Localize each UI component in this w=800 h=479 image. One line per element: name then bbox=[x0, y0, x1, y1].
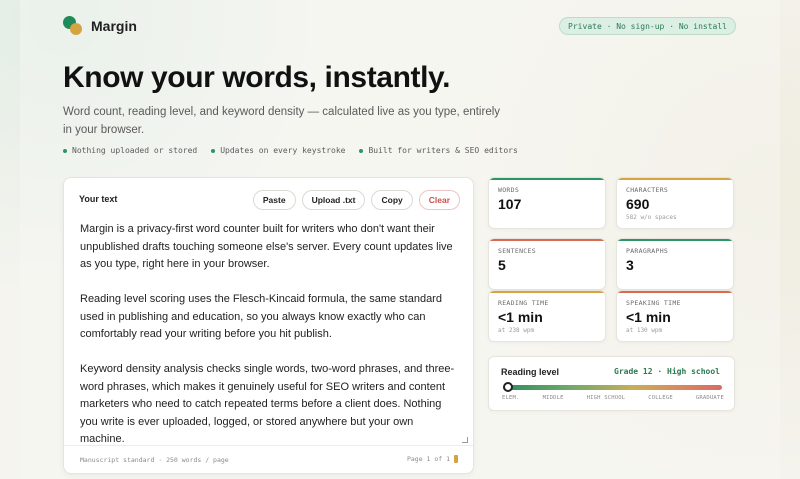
copy-button[interactable]: Copy bbox=[371, 190, 413, 210]
page-marker-icon bbox=[454, 455, 458, 463]
reading-level-scale bbox=[503, 382, 722, 392]
stat-speaking-time: SPEAKING TIME <1 min at 130 wpm bbox=[616, 290, 734, 342]
bullet-dot-icon bbox=[211, 148, 216, 153]
logo-icon bbox=[63, 16, 83, 36]
stat-label: SENTENCES bbox=[498, 247, 536, 255]
stat-accent-bar bbox=[489, 178, 605, 180]
manuscript-standard: Manuscript standard · 250 words / page bbox=[80, 456, 229, 464]
stat-label: SPEAKING TIME bbox=[626, 299, 681, 307]
stat-accent-bar bbox=[617, 239, 733, 241]
scale-label: GRADUATE bbox=[695, 395, 724, 401]
editor-footer: Manuscript standard · 250 words / page P… bbox=[64, 445, 473, 473]
stat-accent-bar bbox=[489, 291, 605, 293]
editor-label: Your text bbox=[79, 194, 118, 204]
stat-characters: CHARACTERS 690 582 w/o spaces bbox=[616, 177, 734, 229]
resize-handle-icon[interactable] bbox=[462, 437, 468, 443]
reading-level-marker bbox=[503, 382, 513, 392]
scale-label: MIDDLE bbox=[542, 395, 564, 401]
stat-paragraphs: PARAGRAPHS 3 bbox=[616, 238, 734, 290]
reading-level-title: Reading level bbox=[501, 367, 560, 377]
feature-label: Nothing uploaded or stored bbox=[72, 146, 198, 155]
feature-item: Updates on every keystroke bbox=[211, 146, 345, 155]
scale-label: COLLEGE bbox=[648, 395, 673, 401]
feature-label: Built for writers & SEO editors bbox=[368, 146, 518, 155]
stat-label: WORDS bbox=[498, 186, 520, 194]
stat-label: PARAGRAPHS bbox=[626, 247, 669, 255]
stat-accent-bar bbox=[489, 239, 605, 241]
editor-card: Your text Paste Upload .txt Copy Clear M… bbox=[63, 177, 474, 474]
brand-name: Margin bbox=[91, 18, 137, 34]
page-subtitle: Word count, reading level, and keyword d… bbox=[63, 106, 501, 136]
stat-accent-bar bbox=[617, 291, 733, 293]
feature-item: Nothing uploaded or stored bbox=[63, 146, 197, 155]
page-count: Page 1 of 1 bbox=[406, 455, 450, 463]
feature-item: Built for writers & SEO editors bbox=[359, 146, 518, 155]
stat-words: WORDS 107 bbox=[488, 177, 606, 229]
upload-txt-button[interactable]: Upload .txt bbox=[301, 190, 366, 210]
stat-value: 107 bbox=[498, 196, 522, 212]
editor-toolbar: Paste Upload .txt Copy Clear bbox=[252, 190, 460, 210]
stat-accent-bar bbox=[617, 178, 733, 180]
stat-subtext: at 130 wpm bbox=[626, 327, 663, 334]
stat-label: CHARACTERS bbox=[626, 186, 669, 194]
stat-value: <1 min bbox=[626, 309, 671, 325]
feature-list: Nothing uploaded or stored Updates on ev… bbox=[63, 146, 518, 155]
stat-subtext: at 238 wpm bbox=[498, 327, 535, 334]
feature-label: Updates on every keystroke bbox=[220, 146, 346, 155]
clear-button[interactable]: Clear bbox=[418, 190, 460, 210]
reading-level-grade: Grade 12 · High school bbox=[614, 367, 720, 376]
stat-subtext: 582 w/o spaces bbox=[626, 214, 677, 221]
reading-level-labels: ELEM. MIDDLE HIGH SCHOOL COLLEGE GRADUAT… bbox=[502, 395, 724, 401]
scale-label: HIGH SCHOOL bbox=[586, 395, 626, 401]
stat-value: <1 min bbox=[498, 309, 543, 325]
stat-value: 690 bbox=[626, 196, 650, 212]
page-indicator: Page 1 of 1 bbox=[407, 455, 458, 463]
scale-label: ELEM. bbox=[502, 395, 520, 401]
stat-value: 5 bbox=[498, 257, 506, 273]
paste-button[interactable]: Paste bbox=[252, 190, 296, 210]
bullet-dot-icon bbox=[63, 148, 67, 153]
bullet-dot-icon bbox=[359, 148, 364, 153]
stat-reading-time: READING TIME <1 min at 238 wpm bbox=[488, 290, 606, 342]
reading-level-card: Reading level Grade 12 · High school ELE… bbox=[488, 356, 735, 411]
page-title: Know your words, instantly. bbox=[63, 61, 451, 94]
privacy-badge: Private · No sign-up · No install bbox=[559, 17, 736, 35]
brand[interactable]: Margin bbox=[63, 16, 137, 36]
text-input[interactable] bbox=[80, 221, 460, 446]
stat-sentences: SENTENCES 5 bbox=[488, 238, 606, 290]
stat-value: 3 bbox=[626, 257, 634, 273]
stat-label: READING TIME bbox=[498, 299, 549, 307]
